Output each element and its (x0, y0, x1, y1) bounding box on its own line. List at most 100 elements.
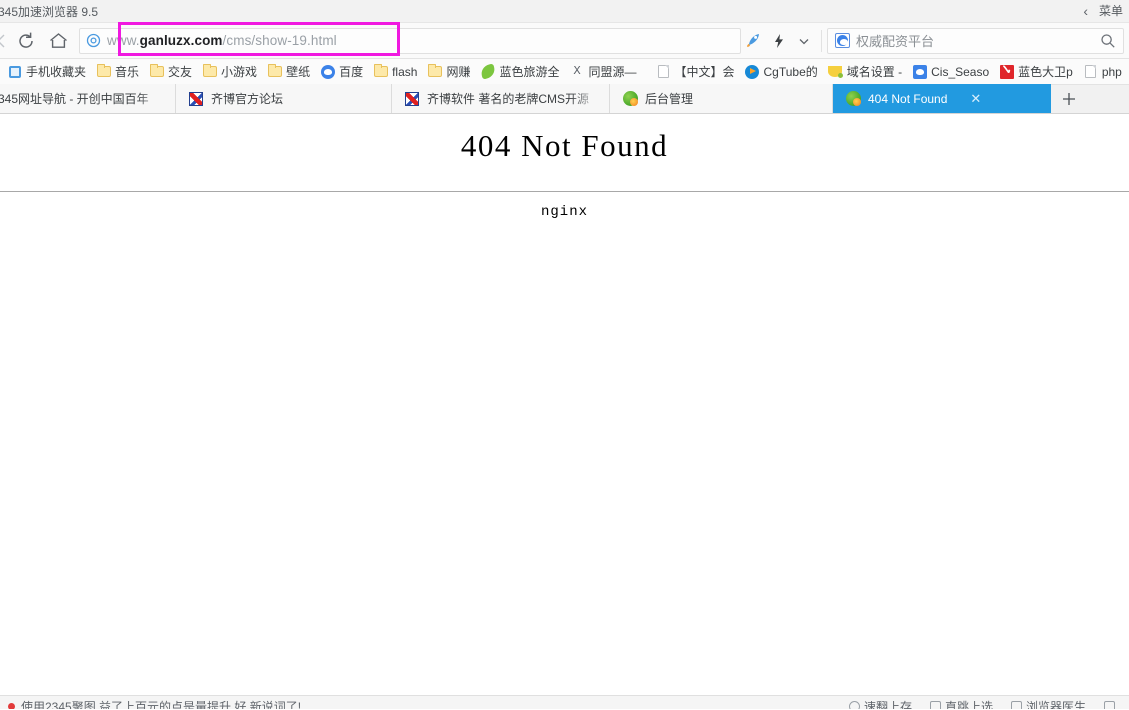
bookmark-label: 手机收藏夹 (26, 65, 87, 79)
circle-icon (848, 701, 860, 709)
baidu-paw-icon (320, 64, 335, 79)
bookmark-item[interactable]: 域名设置 - (823, 61, 907, 83)
close-icon[interactable]: ✕ (970, 92, 981, 105)
status-item-label: 浏览器医生 (1025, 700, 1086, 709)
browser-toolbar: www.ganluzx.com/cms/show-19.html 权威配资平台 (0, 23, 1129, 59)
search-box[interactable]: 权威配资平台 (827, 27, 1124, 54)
page-viewport: 404 Not Found nginx 使用2345聚图 益了上百元的点是量提升… (0, 114, 1129, 709)
bookmark-item[interactable]: 交友 (144, 61, 197, 83)
bookmark-label: 蓝色旅游全 (499, 65, 560, 79)
url-domain: ganluzx.com (139, 33, 223, 48)
status-item[interactable] (1104, 701, 1119, 709)
rocket-icon[interactable] (741, 26, 766, 56)
tab-title: 齐博软件 著名的老牌CMS开源 (427, 92, 590, 106)
bookmark-item[interactable]: Ⅹ 同盟源— (564, 61, 641, 83)
browser-e-icon (845, 91, 861, 107)
reload-icon[interactable] (10, 26, 42, 56)
tab-admin-panel[interactable]: 后台管理 (610, 84, 833, 113)
qibo-icon (404, 91, 420, 107)
toolbar-divider (821, 29, 822, 52)
page-icon (1083, 64, 1098, 79)
address-bar[interactable]: www.ganluzx.com/cms/show-19.html (79, 27, 741, 54)
red-check-icon (999, 64, 1014, 79)
back-arrow-icon[interactable] (0, 26, 10, 56)
bookmark-item[interactable]: 蓝色旅游全 (475, 61, 564, 83)
bookmark-label: Cis_Seaso (931, 64, 990, 79)
bookmark-label: 蓝色大卫p (1018, 65, 1073, 79)
status-notice-text: 使用2345聚图 益了上百元的点是量提升,好,新说词了! (21, 700, 302, 709)
chevron-left-icon[interactable]: ‹ (1083, 1, 1088, 21)
tab-qibo-forum[interactable]: 齐博官方论坛 (176, 84, 392, 113)
bookmark-item[interactable]: 百度 (315, 61, 368, 83)
bookmark-item[interactable]: 蓝色大卫p (994, 61, 1078, 83)
status-actions: 速翻上存 直跳上选 浏览器医生 (848, 698, 1129, 709)
shield-icon[interactable] (80, 33, 106, 48)
alert-dot-icon (8, 703, 15, 709)
status-item[interactable]: 速翻上存 (848, 698, 912, 709)
tab-title: 后台管理 (645, 92, 694, 106)
page-title: 404 Not Found (460, 128, 669, 163)
tab-title: 齐博官方论坛 (211, 92, 284, 106)
titlebar-actions: ‹ 菜单 (1083, 1, 1123, 21)
search-icon[interactable] (1093, 33, 1123, 49)
folder-icon (149, 64, 164, 79)
menu-button[interactable]: 菜单 (1099, 1, 1123, 21)
bookmark-label: CgTube的 (763, 65, 818, 79)
address-bar-area: www.ganluzx.com/cms/show-19.html (74, 23, 741, 59)
bookmark-label: 小游戏 (221, 65, 258, 79)
tab-404-not-found[interactable]: 404 Not Found ✕ (833, 84, 1051, 113)
phone-icon (7, 64, 22, 79)
yellow-dish-icon (828, 64, 844, 79)
status-item[interactable]: 直跳上选 (929, 698, 993, 709)
url-prefix: www. (107, 33, 140, 48)
bookmark-item[interactable]: 【中文】会 (642, 61, 740, 83)
window-icon (1104, 701, 1115, 709)
bookmark-label: 音乐 (115, 65, 140, 79)
bookmark-label: 百度 (339, 65, 364, 79)
url-path: /cms/show-19.html (222, 33, 337, 48)
window-titlebar: 345加速浏览器 9.5 ‹ 菜单 (0, 0, 1129, 23)
tab-title-fade (137, 84, 175, 113)
bookmark-item[interactable]: 网赚 (422, 61, 475, 83)
status-item[interactable]: 浏览器医生 (1010, 698, 1086, 709)
bookmark-item[interactable]: 手机收藏夹 (2, 61, 91, 83)
bookmark-label: 同盟源— (588, 65, 637, 79)
search-input[interactable]: 权威配资平台 (856, 31, 1093, 50)
tab-title: 345网址导航 - 开创中国百年 (0, 92, 149, 106)
bookmark-item[interactable]: 小游戏 (197, 61, 262, 83)
bookmark-item[interactable]: 音乐 (91, 61, 144, 83)
blue-square-paw-icon (912, 64, 927, 79)
status-bar: 使用2345聚图 益了上百元的点是量提升,好,新说词了! 速翻上存 直跳上选 浏… (0, 695, 1129, 709)
toolbar-right-actions: 权威配资平台 (741, 26, 1129, 56)
baidu-paw-icon[interactable] (828, 33, 856, 48)
new-tab-button[interactable] (1051, 84, 1087, 113)
tab-qibo-software[interactable]: 齐博软件 著名的老牌CMS开源 (392, 84, 610, 113)
window-title: 345加速浏览器 9.5 (0, 5, 99, 19)
bookmark-label: 域名设置 - (846, 65, 903, 79)
bookmark-label: 【中文】会 (674, 65, 735, 79)
bookmark-label: 交友 (168, 65, 193, 79)
text-tool-icon: Ⅹ (573, 65, 581, 77)
bookmark-item[interactable]: 壁纸 (262, 61, 315, 83)
bookmark-label: 网赚 (446, 65, 471, 79)
home-icon[interactable] (42, 26, 74, 56)
bookmark-item[interactable]: CgTube的 (740, 61, 823, 83)
browser-e-icon (622, 91, 638, 107)
bookmark-label: php (1101, 64, 1122, 79)
tab-nav-site[interactable]: 345网址导航 - 开创中国百年 (0, 84, 176, 113)
bookmark-item[interactable]: php (1078, 61, 1127, 83)
folder-icon (267, 64, 282, 79)
folder-icon (373, 64, 388, 79)
tab-bar: 345网址导航 - 开创中国百年 齐博官方论坛 齐博软件 著名的老牌CMS开源 … (0, 84, 1129, 114)
server-signature: nginx (540, 204, 588, 220)
bookmark-item[interactable]: Cis_Seaso (907, 61, 994, 83)
folder-icon (202, 64, 217, 79)
bookmarks-bar: 手机收藏夹 音乐 交友 小游戏 壁纸 百度 flash 网赚 蓝色旅游全 Ⅹ 同… (0, 59, 1129, 85)
bookmark-item[interactable]: flash (368, 61, 422, 83)
status-item-label: 直跳上选 (944, 700, 993, 709)
url-text[interactable]: www.ganluzx.com/cms/show-19.html (106, 33, 337, 48)
folder-icon (96, 64, 111, 79)
chevron-down-icon[interactable] (791, 26, 816, 56)
status-notice[interactable]: 使用2345聚图 益了上百元的点是量提升,好,新说词了! (0, 698, 301, 709)
lightning-bolt-icon[interactable] (766, 26, 791, 56)
